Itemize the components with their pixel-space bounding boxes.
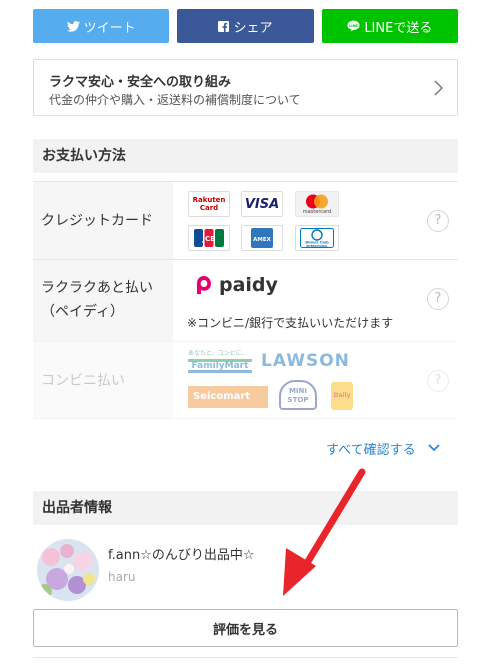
chevron-down-icon [427,441,440,456]
paidy-logo: paidy [195,274,278,296]
paidy-help-icon[interactable]: ? [427,288,449,310]
lawson-logo: LAWSON [261,351,350,371]
svg-text:LINE: LINE [349,24,358,28]
paidy-note: ※コンビニ/銀行で支払いいただけます [187,316,394,330]
payment-methods-table: クレジットカード Rakuten Card VISA mastercard JC… [33,181,458,419]
safety-banner[interactable]: ラクマ安心・安全への取り組み 代金の仲介や購入・返送料の補償制度について [33,59,458,116]
facebook-share-button[interactable]: シェア [177,9,314,43]
view-ratings-button[interactable]: 評価を見る [33,609,458,647]
svg-text:AMEX: AMEX [253,237,271,243]
twitter-icon [66,20,80,32]
safety-subtitle: 代金の仲介や購入・返送料の補償制度について [49,93,301,107]
paidy-label: ラクラクあと払い （ペイディ） [33,260,173,341]
facebook-share-label: シェア [233,20,273,36]
seicomart-logo: Seicomart [188,386,268,408]
rakuten-card-logo: Rakuten Card [188,191,230,217]
chevron-right-icon [434,80,444,100]
visa-logo: VISA [241,191,283,217]
mastercard-logo: mastercard [295,191,339,217]
svg-text:Diners Club: Diners Club [305,241,329,245]
twitter-share-button[interactable]: ツイート [33,9,170,43]
safety-title: ラクマ安心・安全への取り組み [49,75,232,90]
see-all-payment-link[interactable]: すべて確認する [326,439,440,458]
svg-text:INTERNATIONAL: INTERNATIONAL [306,245,328,248]
credit-card-label: クレジットカード [33,182,173,259]
seller-id: haru [108,570,136,584]
svg-text:JCB: JCB [201,235,215,243]
payment-row-paidy: ラクラクあと払い （ペイディ） paidy ※コンビニ/銀行で支払いいただけます… [33,259,458,341]
payment-row-convenience-store: コンビニ払い あなたと、コンビに、 FamilyMart LAWSON Seic… [33,341,458,419]
daily-yamazaki-logo: Daily [331,382,353,410]
familymart-logo: あなたと、コンビに、 FamilyMart [188,348,252,374]
seller-heading: 出品者情報 [33,491,458,525]
line-share-button[interactable]: LINE LINEで送る [321,9,458,43]
divider [33,657,458,658]
facebook-icon [218,20,230,32]
amex-logo: AMEX [241,225,283,251]
payment-row-credit-card: クレジットカード Rakuten Card VISA mastercard JC… [33,181,458,259]
jcb-logo: JCB [188,225,230,251]
share-buttons: ツイート シェア LINE LINEで送る [33,9,458,43]
ministop-logo: MINI STOP [279,380,317,410]
twitter-share-label: ツイート [83,20,136,36]
see-all-label: すべて確認する [326,443,416,458]
payment-heading: お支払い方法 [33,139,458,173]
diners-club-logo: Diners Club INTERNATIONAL [295,225,339,251]
line-share-label: LINEで送る [364,20,433,36]
paidy-mark-icon [197,276,211,294]
convenience-store-help-icon[interactable]: ? [427,370,449,392]
convenience-store-label: コンビニ払い [33,342,173,418]
line-icon: LINE [347,20,360,32]
seller-name: f.ann☆のんびり出品中☆ [108,548,255,563]
credit-card-help-icon[interactable]: ? [427,210,449,232]
seller-info[interactable]: f.ann☆のんびり出品中☆ haru [33,539,458,603]
seller-avatar[interactable] [37,539,99,601]
